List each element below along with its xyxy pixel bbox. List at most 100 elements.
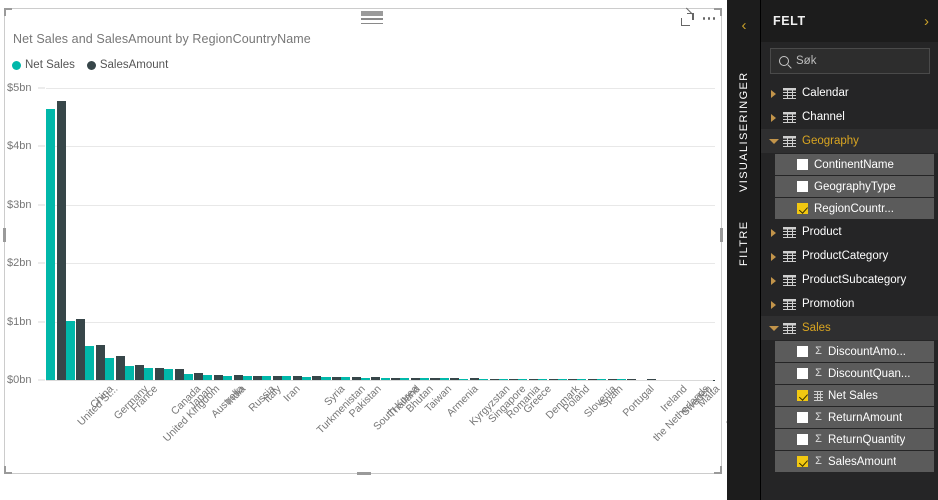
field-table-promotion[interactable]: Promotion	[761, 292, 938, 316]
field-item[interactable]: ΣDiscountAmo...	[775, 341, 934, 362]
bar-group[interactable]	[223, 81, 243, 381]
field-checkbox[interactable]	[797, 390, 808, 401]
field-item[interactable]: ΣReturnAmount	[775, 407, 934, 428]
chevron-right-icon[interactable]: ›	[924, 14, 929, 29]
bar-sales-amount[interactable]	[76, 319, 85, 381]
bar-group[interactable]	[105, 81, 125, 381]
field-item[interactable]: ΣReturnQuantity	[775, 429, 934, 450]
bar-group[interactable]	[656, 81, 676, 381]
resize-handle-right-middle[interactable]	[720, 228, 723, 242]
field-checkbox[interactable]	[797, 346, 808, 357]
bar-sales-amount[interactable]	[116, 356, 125, 381]
bar-group[interactable]	[243, 81, 263, 381]
field-checkbox[interactable]	[797, 203, 808, 214]
bar-net-sales[interactable]	[105, 358, 114, 381]
clustered-column-chart-visual[interactable]: Net Sales and SalesAmount by RegionCount…	[4, 8, 722, 474]
resize-handle-bottom-left-v[interactable]	[4, 466, 6, 474]
bar-sales-amount[interactable]	[155, 368, 164, 381]
bar-sales-amount[interactable]	[57, 101, 66, 381]
bar-group[interactable]	[203, 81, 223, 381]
field-label: ContinentName	[814, 159, 894, 171]
bar-group[interactable]	[597, 81, 617, 381]
bar-group[interactable]	[361, 81, 381, 381]
chevron-right-icon[interactable]	[769, 298, 781, 310]
bar-net-sales[interactable]	[66, 321, 75, 381]
bar-net-sales[interactable]	[85, 346, 94, 381]
bar-group[interactable]	[440, 81, 460, 381]
bar-group[interactable]	[144, 81, 164, 381]
chevron-right-icon[interactable]	[769, 226, 781, 238]
chevron-right-icon[interactable]	[769, 250, 781, 262]
focus-mode-icon[interactable]	[681, 13, 694, 26]
bar-group[interactable]	[636, 81, 656, 381]
field-table-channel[interactable]: Channel	[761, 105, 938, 129]
bar-group[interactable]	[321, 81, 341, 381]
field-table-calendar[interactable]: Calendar	[761, 81, 938, 105]
bar-group[interactable]	[85, 81, 105, 381]
resize-handle-bottom-center[interactable]	[357, 472, 371, 475]
field-table-productsubcategory[interactable]: ProductSubcategory	[761, 268, 938, 292]
field-checkbox[interactable]	[797, 434, 808, 445]
search-input[interactable]: Søk	[770, 48, 930, 74]
bar-group[interactable]	[499, 81, 519, 381]
bar-group[interactable]	[518, 81, 538, 381]
field-table-geography[interactable]: Geography	[761, 129, 938, 153]
resize-handle-top-right-v[interactable]	[720, 8, 722, 16]
field-item[interactable]: RegionCountr...	[775, 198, 934, 219]
field-checkbox[interactable]	[797, 368, 808, 379]
bar-group[interactable]	[617, 81, 637, 381]
bar-group[interactable]	[381, 81, 401, 381]
chevron-right-icon[interactable]	[769, 87, 781, 99]
bar-group[interactable]	[558, 81, 578, 381]
bar-group[interactable]	[538, 81, 558, 381]
chevron-left-icon[interactable]: ‹	[727, 10, 761, 40]
bar-group[interactable]	[262, 81, 282, 381]
bar-group[interactable]	[420, 81, 440, 381]
drag-handle-icon[interactable]	[361, 11, 383, 20]
bar-group[interactable]	[577, 81, 597, 381]
field-checkbox[interactable]	[797, 159, 808, 170]
bar-group[interactable]	[479, 81, 499, 381]
field-checkbox[interactable]	[797, 456, 808, 467]
resize-handle-left-middle[interactable]	[3, 228, 6, 242]
bar-group[interactable]	[400, 81, 420, 381]
fields-tree[interactable]: CalendarChannelGeography ContinentName Geo…	[761, 81, 938, 500]
field-item[interactable]: ContinentName	[775, 154, 934, 175]
bar-group[interactable]	[66, 81, 86, 381]
field-table-productcategory[interactable]: ProductCategory	[761, 244, 938, 268]
bar-group[interactable]	[341, 81, 361, 381]
tab-visualizations[interactable]: VISUALISERINGER	[727, 57, 761, 207]
bar-net-sales[interactable]	[46, 109, 55, 381]
field-item[interactable]: ΣDiscountQuan...	[775, 363, 934, 384]
field-item[interactable]: GeographyType	[775, 176, 934, 197]
field-table-sales[interactable]: Sales	[761, 316, 938, 340]
report-canvas[interactable]: Net Sales and SalesAmount by RegionCount…	[0, 0, 727, 500]
bar-group[interactable]	[695, 81, 715, 381]
bar-sales-amount[interactable]	[96, 345, 105, 381]
chevron-right-icon[interactable]	[769, 111, 781, 123]
more-options-icon[interactable]	[703, 17, 716, 22]
bar-group[interactable]	[676, 81, 696, 381]
field-item[interactable]: Net Sales	[775, 385, 934, 406]
tab-filters[interactable]: FILTRE	[727, 212, 761, 274]
chevron-right-icon[interactable]	[769, 274, 781, 286]
bar-net-sales[interactable]	[125, 366, 134, 381]
resize-handle-top-left-v[interactable]	[4, 8, 6, 16]
bar-group[interactable]	[302, 81, 322, 381]
field-checkbox[interactable]	[797, 181, 808, 192]
bar-group[interactable]	[459, 81, 479, 381]
resize-handle-bottom-right-v[interactable]	[720, 466, 722, 474]
field-item[interactable]: ΣSalesAmount	[775, 451, 934, 472]
bar-group[interactable]	[125, 81, 145, 381]
bar-group[interactable]	[164, 81, 184, 381]
chevron-down-icon[interactable]	[769, 135, 781, 147]
legend-item-sales-amount[interactable]: SalesAmount	[87, 59, 168, 71]
bar-group[interactable]	[184, 81, 204, 381]
legend-item-net-sales[interactable]: Net Sales	[12, 59, 75, 71]
bar-group[interactable]	[46, 81, 66, 381]
bar-group[interactable]	[282, 81, 302, 381]
chevron-down-icon[interactable]	[769, 322, 781, 334]
field-checkbox[interactable]	[797, 412, 808, 423]
bar-sales-amount[interactable]	[135, 365, 144, 381]
field-table-product[interactable]: Product	[761, 220, 938, 244]
